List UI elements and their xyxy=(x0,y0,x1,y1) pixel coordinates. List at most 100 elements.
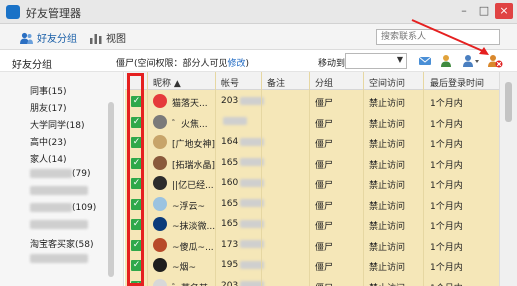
account-prefix: 165 xyxy=(221,219,239,229)
table-header: 昵称 ▲ 帐号 备注 分组 空间访问 最后登录时间 xyxy=(125,72,499,90)
sidebar-group-label: (109) xyxy=(72,203,97,213)
move-to-select[interactable]: ▼ xyxy=(345,53,407,69)
space-access: 禁止访问 xyxy=(369,222,406,232)
sidebar-group-label: 同事(15) xyxy=(30,87,67,97)
redacted-text xyxy=(30,169,72,178)
avatar xyxy=(153,237,167,252)
view-tab[interactable]: 视图 xyxy=(90,30,126,47)
account-prefix: 203 xyxy=(221,280,239,286)
contact-account: 203 xyxy=(221,96,265,106)
delete-contact-icon[interactable] xyxy=(487,54,503,68)
sidebar-group-item[interactable]: 家人(14) xyxy=(30,152,66,165)
contact-group: 僵尸 xyxy=(315,281,333,286)
sidebar-group-item[interactable] xyxy=(30,186,88,196)
sub-header: 好友分组 僵尸(空间权限：部分人可见修改) 移动到 ▼ xyxy=(0,50,517,72)
avatar xyxy=(153,114,167,129)
space-access: 禁止访问 xyxy=(369,281,405,286)
sidebar-title: 好友分组 xyxy=(12,60,52,71)
app-icon xyxy=(6,5,20,19)
group-permission-text: 僵尸(空间权限：部分人可见 xyxy=(116,59,228,69)
contact-account: 160 xyxy=(221,178,265,188)
column-group[interactable]: 分组 xyxy=(315,76,333,89)
sidebar-group-item[interactable]: 高中(23) xyxy=(30,135,66,148)
checkbox-column-highlight xyxy=(127,73,144,286)
redacted-text xyxy=(30,254,88,263)
contact-account xyxy=(221,117,247,127)
sidebar-group-item[interactable]: 淘宝客买家(58) xyxy=(30,237,93,250)
avatar xyxy=(153,135,167,149)
column-divider xyxy=(309,72,310,286)
account-prefix: 165 xyxy=(221,198,239,209)
avatar xyxy=(153,217,167,231)
avatar xyxy=(153,94,167,108)
column-last-login[interactable]: 最后登录时间 xyxy=(430,76,484,89)
friends-table: 昵称 ▲ 帐号 备注 分组 空间访问 最后登录时间 ✓ 猫落天... 僵尸 禁止访问 1… xyxy=(125,72,499,286)
last-login: 1个月内 xyxy=(430,263,463,273)
avatar xyxy=(153,176,167,190)
sidebar-group-item[interactable]: (79) xyxy=(30,169,90,179)
column-access[interactable]: 空间访问 xyxy=(369,76,405,89)
space-access: 禁止访问 xyxy=(369,160,406,171)
friend-groups-label: 好友分组 xyxy=(37,34,77,45)
scrollbar-thumb[interactable] xyxy=(505,82,512,122)
toolbar: 好友分组 视图 xyxy=(0,24,517,50)
contact-group: 僵尸 xyxy=(315,99,334,109)
sidebar-scrollbar[interactable] xyxy=(108,102,114,277)
column-divider xyxy=(423,72,424,286)
contact-account: 165 xyxy=(221,219,265,229)
avatar xyxy=(153,155,167,170)
last-login: 1个月内 xyxy=(430,222,463,232)
bar-chart-icon xyxy=(90,32,102,47)
contact-group: 僵尸 xyxy=(315,222,334,232)
friend-groups-tab[interactable]: 好友分组 xyxy=(20,30,77,47)
close-button[interactable]: × xyxy=(495,3,513,19)
sidebar-group-item[interactable] xyxy=(30,254,88,264)
contact-account: 195 xyxy=(221,260,265,270)
window-title: 好友管理器 xyxy=(26,7,81,20)
sidebar-group-item[interactable]: (109) xyxy=(30,203,96,213)
contact-group: 僵尸 xyxy=(315,119,334,130)
send-message-icon[interactable] xyxy=(418,54,432,68)
contact-group: 僵尸 xyxy=(315,140,334,150)
minimize-button[interactable]: – xyxy=(455,3,473,19)
view-label: 视图 xyxy=(106,34,126,45)
column-note[interactable]: 备注 xyxy=(267,76,285,89)
add-contact-icon[interactable] xyxy=(440,54,454,68)
contact-settings-icon[interactable] xyxy=(462,54,479,68)
sidebar-group-item[interactable]: 朋友(17) xyxy=(30,101,66,114)
sidebar-group-label: 淘宝客买家(58) xyxy=(30,240,94,250)
sidebar-group-item[interactable] xyxy=(30,220,88,230)
column-divider xyxy=(215,72,216,286)
column-nick[interactable]: 昵称 ▲ xyxy=(153,76,181,89)
space-access: 禁止访问 xyxy=(369,263,406,273)
account-prefix: 203 xyxy=(221,96,239,106)
contact-group: 僵尸 xyxy=(315,263,334,273)
column-divider xyxy=(363,72,364,286)
avatar xyxy=(153,196,167,211)
last-login: 1个月内 xyxy=(430,160,463,171)
contact-group: 僵尸 xyxy=(315,160,334,171)
sidebar-group-item[interactable]: 同事(15) xyxy=(30,84,66,97)
table-scrollbar[interactable] xyxy=(499,72,517,286)
space-access: 禁止访问 xyxy=(369,99,406,109)
column-account[interactable]: 帐号 xyxy=(221,76,239,89)
move-to-label: 移动到 xyxy=(318,59,346,69)
edit-permission-link[interactable]: 修改 xyxy=(228,59,246,69)
avatar xyxy=(153,278,167,286)
last-login: 1个月内 xyxy=(430,281,463,286)
column-divider xyxy=(261,72,262,286)
redacted-text xyxy=(223,117,247,125)
contact-account: 165 xyxy=(221,157,265,168)
last-login: 1个月内 xyxy=(430,201,463,212)
redacted-text xyxy=(30,203,72,212)
sidebar-group-item[interactable]: 大学同学(18) xyxy=(30,118,84,131)
account-prefix: 173 xyxy=(221,239,239,250)
account-prefix: 165 xyxy=(221,157,239,168)
account-prefix: 164 xyxy=(221,137,239,147)
search-contacts-input[interactable] xyxy=(376,29,500,45)
contact-group: 僵尸 xyxy=(315,201,334,212)
space-access: 禁止访问 xyxy=(369,140,406,150)
maximize-button[interactable]: □ xyxy=(475,3,493,19)
table-row[interactable]: ✓゛莫名其...僵尸禁止访问1个月内203 xyxy=(125,274,499,286)
contact-group: 僵尸 xyxy=(315,242,334,253)
